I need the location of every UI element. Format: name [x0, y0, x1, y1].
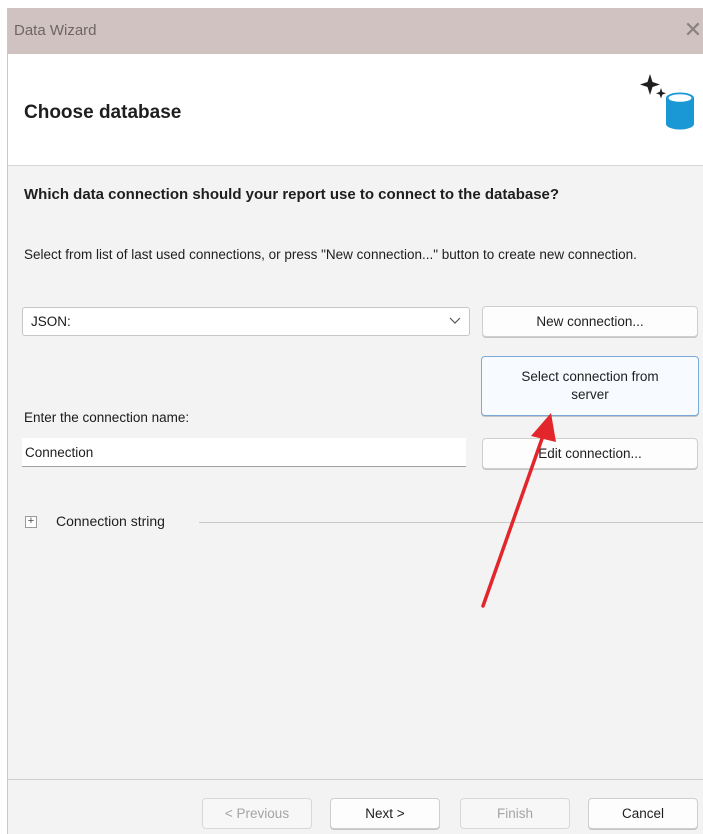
- close-icon[interactable]: ✕: [682, 18, 703, 42]
- instruction-text: Select from list of last used connection…: [24, 247, 637, 262]
- title-bar: Data Wizard ✕: [8, 8, 703, 54]
- page-title: Choose database: [24, 102, 182, 123]
- previous-button[interactable]: < Previous: [202, 798, 312, 829]
- question-text: Which data connection should your report…: [24, 186, 560, 203]
- connection-string-expander[interactable]: + Connection string: [23, 513, 703, 535]
- connection-name-input[interactable]: [22, 438, 466, 467]
- expand-plus-icon[interactable]: +: [25, 516, 37, 528]
- expander-divider: [199, 522, 703, 523]
- footer-divider: [8, 779, 703, 780]
- connection-string-label: Connection string: [56, 513, 165, 529]
- edit-connection-button[interactable]: Edit connection...: [482, 438, 698, 469]
- chevron-down-icon: [449, 317, 461, 324]
- connection-name-label: Enter the connection name:: [24, 410, 190, 425]
- select-connection-from-server-button[interactable]: Select connection from server: [481, 356, 699, 416]
- window-title: Data Wizard: [14, 22, 97, 39]
- cancel-button[interactable]: Cancel: [588, 798, 698, 829]
- connection-select[interactable]: JSON:: [22, 307, 470, 336]
- next-button[interactable]: Next >: [330, 798, 440, 829]
- database-sparkle-icon: [640, 74, 694, 130]
- new-connection-button[interactable]: New connection...: [482, 306, 698, 337]
- connection-select-value: JSON:: [31, 314, 71, 329]
- select-connection-from-server-label: Select connection from server: [521, 369, 659, 402]
- wizard-header: Choose database: [8, 54, 703, 166]
- data-wizard-window: Data Wizard ✕ Choose database Which data…: [7, 8, 703, 834]
- finish-button[interactable]: Finish: [460, 798, 570, 829]
